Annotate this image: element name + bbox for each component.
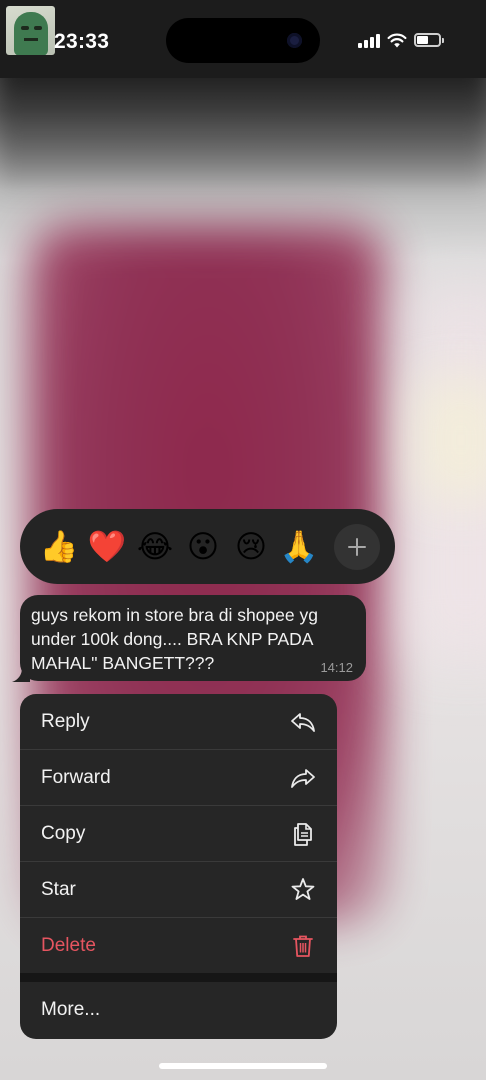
menu-item-label: Star <box>41 879 76 900</box>
trash-icon <box>293 935 313 957</box>
copy-icon <box>294 823 312 846</box>
avatar-eye-left <box>21 26 29 30</box>
menu-item-copy[interactable]: Copy <box>20 806 337 862</box>
menu-item-label: More... <box>41 999 101 1020</box>
reaction-tears-of-joy[interactable]: 😂 <box>135 527 175 567</box>
more-reactions-button[interactable] <box>334 524 380 570</box>
reaction-surprised[interactable]: 😮 <box>183 527 223 567</box>
reply-icon <box>291 713 315 732</box>
cellular-signal-icon <box>358 34 382 48</box>
wifi-icon <box>387 33 407 48</box>
menu-item-label: Delete <box>41 935 96 956</box>
message-timestamp: 14:12 <box>320 660 353 675</box>
battery-cap <box>442 38 444 43</box>
chat-context-menu-screen: 23:33 👍 ❤️ 😂 😮 😢 🙏 guys rekom in store b… <box>0 0 486 1080</box>
plus-icon <box>348 538 366 556</box>
avatar-figure <box>14 12 48 55</box>
menu-item-forward[interactable]: Forward <box>20 750 337 806</box>
camera-dot <box>287 33 302 48</box>
home-indicator[interactable] <box>159 1063 327 1069</box>
message-bubble: guys rekom in store bra di shopee yg und… <box>20 595 366 681</box>
menu-item-more[interactable]: More... <box>20 982 337 1038</box>
menu-item-label: Copy <box>41 823 86 844</box>
blur-top-shade <box>0 60 486 200</box>
forward-icon <box>291 769 315 788</box>
menu-item-label: Reply <box>41 711 90 732</box>
reaction-crying[interactable]: 😢 <box>231 527 271 567</box>
avatar <box>6 6 55 55</box>
reaction-bar: 👍 ❤️ 😂 😮 😢 🙏 <box>20 509 395 584</box>
menu-item-reply[interactable]: Reply <box>20 694 337 750</box>
battery-icon <box>414 33 444 47</box>
battery-level <box>417 36 428 44</box>
reaction-thumbs-up[interactable]: 👍 <box>39 527 79 567</box>
message-text: guys rekom in store bra di shopee yg und… <box>31 605 318 673</box>
menu-item-star[interactable]: Star <box>20 862 337 918</box>
message-context-menu: Reply Forward Copy Star Delete More... <box>20 694 337 1039</box>
menu-section-gap <box>20 973 337 982</box>
menu-item-delete[interactable]: Delete <box>20 918 337 974</box>
avatar-eye-right <box>34 26 42 30</box>
status-time: 23:33 <box>54 30 110 53</box>
status-bar: 23:33 <box>0 0 486 78</box>
reaction-folded-hands[interactable]: 🙏 <box>279 527 319 567</box>
blur-right-highlight-2 <box>416 380 486 500</box>
menu-item-label: Forward <box>41 767 111 788</box>
dynamic-island <box>166 18 320 63</box>
avatar-mouth <box>24 38 38 41</box>
star-icon <box>291 878 315 900</box>
reaction-red-heart[interactable]: ❤️ <box>87 527 127 567</box>
